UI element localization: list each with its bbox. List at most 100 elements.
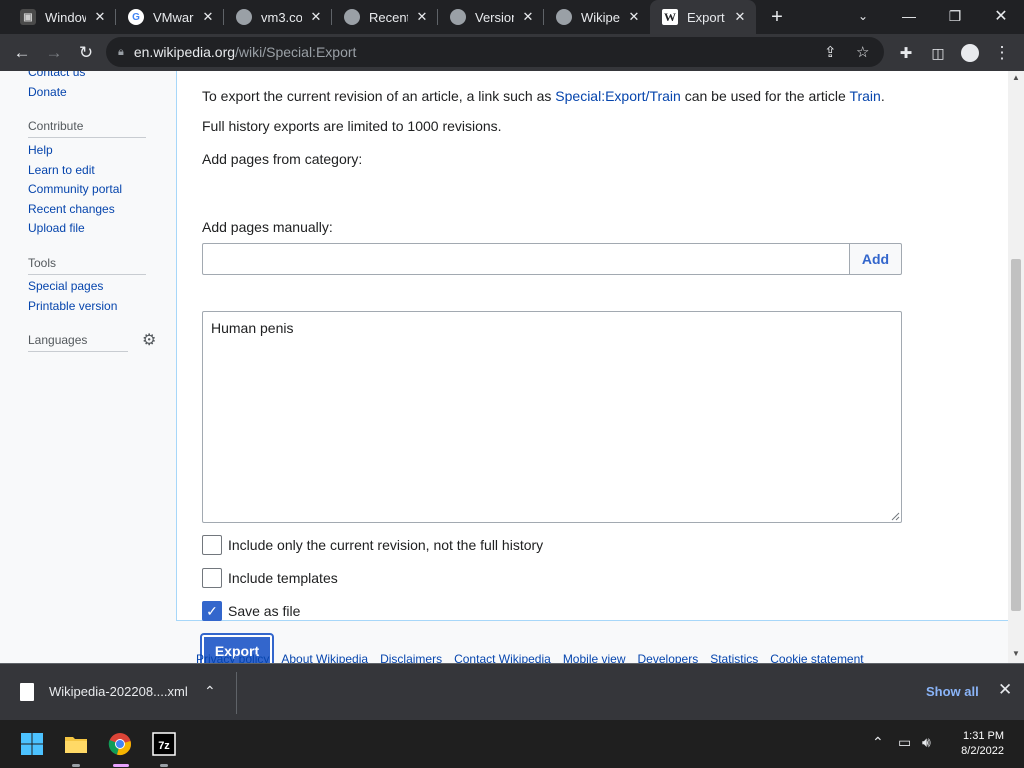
share-icon[interactable]: ⇪ [824,43,837,61]
footer-link-about-wikipedia[interactable]: About Wikipedia [281,652,368,663]
sidebar-link-community-portal[interactable]: Community portal [28,182,122,196]
clock-date: 8/2/2022 [961,745,1004,757]
address-bar[interactable]: 🔒︎ en.wikipedia.org/wiki/Special:Export … [106,37,884,67]
scroll-up-arrow-icon[interactable]: ▲ [1008,73,1024,85]
manual-pages-textarea[interactable]: Human penis [202,311,902,523]
chevron-up-icon[interactable]: ⌃ [204,683,216,700]
page-scrollbar[interactable]: ▲ ▼ [1008,71,1024,663]
globe-icon [236,9,252,25]
network-icon[interactable]: ▭ [898,734,911,751]
download-item[interactable]: Wikipedia-202208....xml [49,684,188,699]
show-hidden-icons-chevron-icon[interactable]: ⌃ [872,734,884,751]
close-tab-icon[interactable]: ✕ [732,9,748,25]
menu-kebab-icon[interactable]: ⋮ [988,39,1016,67]
sidebar-heading-tools: Tools [28,256,146,275]
taskbar-indicator [160,764,168,767]
footer-link-statistics[interactable]: Statistics [710,652,758,663]
sidebar-link-special-pages[interactable]: Special pages [28,279,103,293]
new-tab-button[interactable]: + [764,5,790,29]
footer-link-developers[interactable]: Developers [638,652,699,663]
close-tab-icon[interactable]: ✕ [520,9,536,25]
footer-link-mobile-view[interactable]: Mobile view [563,652,626,663]
7zip-icon[interactable]: 7z [152,732,176,756]
bookmark-star-icon[interactable]: ☆ [856,43,869,61]
globe-icon [450,9,466,25]
system-clock[interactable]: 1:31 PM 8/2/2022 [954,729,1004,759]
taskbar-indicator [72,764,80,767]
add-category-button[interactable]: Add [849,243,902,275]
checkmark-icon: ✓ [206,602,218,619]
browser-tab-active[interactable]: W Export p ✕ [650,0,756,34]
extensions-icon[interactable]: ✚ [892,39,920,67]
scroll-down-arrow-icon[interactable]: ▼ [1008,649,1024,661]
footer-link-contact-wikipedia[interactable]: Contact Wikipedia [454,652,551,663]
footer-links: Privacy policy About Wikipedia Disclaime… [196,652,864,663]
page-viewport: Contact us Donate Contribute Help Learn … [0,71,1008,663]
manual-pages-label: Add pages manually: [202,219,333,235]
tab-title: Export p [687,9,726,25]
url-path: /wiki/Special:Export [235,44,357,60]
close-tab-icon[interactable]: ✕ [92,9,108,25]
language-settings-gear-icon[interactable]: ⚙ [142,330,156,350]
windows-start-icon[interactable] [20,732,44,756]
back-button[interactable]: ← [8,39,36,67]
globe-icon [344,9,360,25]
intro-text: To export the current revision of an art… [202,88,885,104]
browser-toolbar: ← → ↻ 🔒︎ en.wikipedia.org/wiki/Special:E… [0,34,1024,71]
windows-taskbar: 7z ⌃ ▭ 🔊︎ 1:31 PM 8/2/2022 [0,720,1024,768]
browser-tab[interactable]: vm3.coll ✕ [224,0,332,34]
category-input[interactable] [202,243,850,275]
sidebar-link-recent-changes[interactable]: Recent changes [28,202,115,216]
train-article-link[interactable]: Train [849,88,880,104]
close-tab-icon[interactable]: ✕ [414,9,430,25]
close-download-bar-icon[interactable]: ✕ [998,680,1012,700]
lock-icon[interactable]: 🔒︎ [118,46,124,59]
side-panel-icon[interactable]: ◫ [924,39,952,67]
footer-link-cookie-statement[interactable]: Cookie statement [770,652,863,663]
tab-title: vm3.coll [261,9,302,25]
textarea-value: Human penis [211,320,294,336]
volume-icon[interactable]: 🔊︎ [922,734,931,751]
svg-text:7z: 7z [158,740,170,752]
include-templates-checkbox[interactable] [202,568,222,588]
profile-avatar[interactable] [956,39,984,67]
current-revision-checkbox[interactable] [202,535,222,555]
windows-tab-icon: ▣ [20,9,36,25]
scrollbar-thumb[interactable] [1011,259,1021,611]
sidebar-heading-languages: Languages [28,333,128,352]
history-limit-note: Full history exports are limited to 1000… [202,118,502,134]
show-all-downloads-button[interactable]: Show all [926,684,979,699]
browser-tab[interactable]: Version ✕ [438,0,544,34]
browser-tab[interactable]: Recent c ✕ [332,0,438,34]
browser-tab[interactable]: G VMware ✕ [116,0,224,34]
restore-button[interactable]: ❐ [932,0,978,32]
sidebar-link-upload-file[interactable]: Upload file [28,221,85,235]
globe-icon [556,9,572,25]
footer-link-privacy-policy[interactable]: Privacy policy [196,652,269,663]
close-tab-icon[interactable]: ✕ [200,9,216,25]
sidebar-link-donate[interactable]: Donate [28,85,67,99]
reload-button[interactable]: ↻ [72,39,100,67]
forward-button[interactable]: → [40,39,68,67]
browser-tab[interactable]: Wikiped ✕ [544,0,650,34]
close-tab-icon[interactable]: ✕ [626,9,642,25]
save-as-file-label: Save as file [228,603,301,619]
download-bar: Wikipedia-202208....xml ⌃ Show all ✕ [0,663,1024,720]
resize-grip-icon[interactable] [890,511,900,521]
tab-search-chevron-icon[interactable]: ⌄ [840,0,886,32]
sidebar-link-contact-us[interactable]: Contact us [28,71,85,79]
browser-tab[interactable]: ▣ Windows ✕ [8,0,116,34]
footer-link-disclaimers[interactable]: Disclaimers [380,652,442,663]
sidebar-link-printable-version[interactable]: Printable version [28,299,117,313]
current-revision-label: Include only the current revision, not t… [228,537,544,553]
minimize-button[interactable]: — [886,0,932,32]
close-tab-icon[interactable]: ✕ [308,9,324,25]
special-export-train-link[interactable]: Special:Export/Train [555,88,681,104]
tab-title: Windows [45,9,86,25]
file-explorer-icon[interactable] [64,732,88,756]
chrome-icon[interactable] [108,732,132,756]
sidebar-link-help[interactable]: Help [28,143,53,157]
save-as-file-checkbox[interactable]: ✓ [202,601,222,621]
close-window-button[interactable]: ✕ [978,0,1024,32]
sidebar-link-learn-to-edit[interactable]: Learn to edit [28,163,95,177]
